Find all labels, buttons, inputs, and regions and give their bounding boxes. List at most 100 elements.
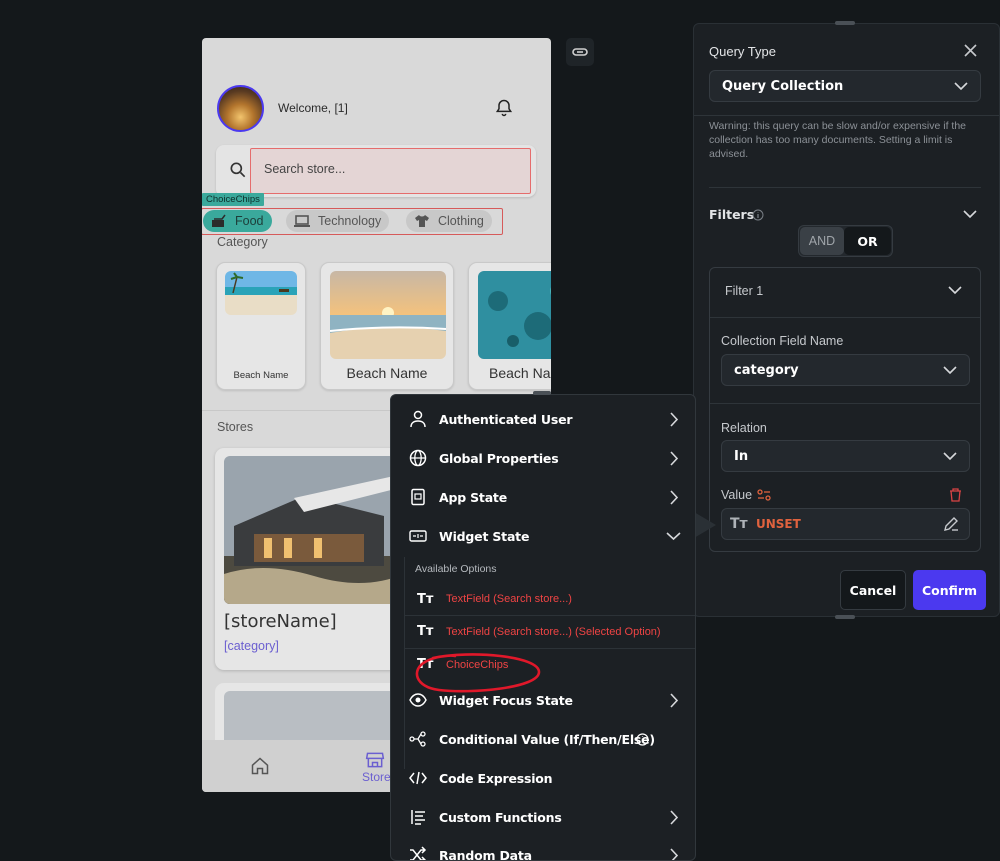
link-button[interactable] (566, 38, 594, 66)
code-icon (409, 771, 427, 785)
store-category: [category] (224, 639, 279, 653)
search-icon (230, 162, 246, 178)
option-label: TextField (Search store...) (446, 593, 572, 605)
home-icon[interactable] (250, 756, 270, 776)
welcome-text: Welcome, [1] (278, 101, 348, 115)
choicechips-tag: ChoiceChips (202, 193, 264, 206)
divider (710, 317, 980, 318)
menu-item-label: Global Properties (439, 450, 559, 466)
function-icon (411, 810, 425, 825)
text-type-icon: Tт (417, 624, 434, 639)
menu-item-random-data[interactable]: Random Data (391, 836, 695, 861)
info-icon[interactable] (752, 209, 764, 221)
chevron-down-icon (666, 531, 681, 540)
value-state: UNSET (756, 517, 801, 531)
category-label: Category (217, 235, 268, 249)
value-label: Value (721, 488, 753, 502)
store-image (224, 456, 404, 604)
widget-state-icon (409, 530, 427, 542)
chevron-right-icon (670, 411, 679, 427)
menu-item-widget-focus-state[interactable]: Widget Focus State (391, 681, 695, 719)
chip-food[interactable]: Food (203, 210, 272, 232)
variable-source-menu: Authenticated User Global Properties App… (390, 394, 696, 861)
menu-item-label: App State (439, 489, 507, 505)
confirm-button[interactable]: Confirm (913, 570, 986, 610)
app-state-icon (411, 488, 425, 506)
divider (710, 403, 980, 404)
delete-icon[interactable] (949, 488, 962, 502)
option-textfield-selected[interactable]: Tт TextField (Search store...) (Selected… (405, 615, 695, 647)
store-name: [storeName] (224, 611, 337, 632)
chip-technology[interactable]: Technology (286, 210, 390, 232)
chevron-right-icon (670, 450, 679, 466)
bell-icon[interactable] (494, 98, 514, 118)
query-type-dropdown[interactable]: Query Collection (709, 70, 981, 102)
relation-dropdown[interactable]: In (721, 440, 970, 472)
variable-settings-icon[interactable] (757, 488, 771, 502)
menu-item-label: Custom Functions (439, 809, 562, 825)
eye-icon (409, 693, 427, 707)
collection-field-value: category (734, 362, 799, 378)
pointer-arrow (694, 512, 716, 538)
and-button[interactable]: AND (800, 227, 844, 255)
food-icon (212, 214, 226, 227)
avatar[interactable] (217, 85, 264, 132)
menu-item-label: Widget State (439, 528, 530, 544)
option-textfield[interactable]: Tт TextField (Search store...) (405, 583, 695, 615)
chip-clothing[interactable]: Clothing (406, 210, 492, 232)
beach-image (330, 271, 446, 359)
menu-item-code-expression[interactable]: Code Expression (391, 759, 695, 797)
menu-item-custom-functions[interactable]: Custom Functions (391, 798, 695, 836)
chevron-right-icon (670, 847, 679, 860)
panel-grip[interactable] (835, 615, 855, 619)
store-card[interactable] (215, 448, 415, 670)
reef-image (478, 271, 551, 359)
collection-field-dropdown[interactable]: category (721, 354, 970, 386)
shirt-icon (415, 215, 429, 227)
store-icon[interactable] (365, 750, 385, 770)
category-card[interactable]: Beach Name (320, 262, 454, 390)
category-card[interactable]: Beach Na (468, 262, 551, 390)
chevron-down-icon[interactable] (948, 286, 962, 295)
edit-icon[interactable] (943, 516, 959, 532)
menu-item-label: Code Expression (439, 770, 553, 786)
chip-label: Technology (318, 214, 382, 228)
chevron-right-icon (670, 489, 679, 505)
menu-item-label: Authenticated User (439, 411, 573, 427)
info-icon[interactable] (636, 732, 649, 746)
filters-label: Filters (709, 207, 755, 222)
laptop-icon (294, 215, 310, 227)
menu-item-app-state[interactable]: App State (391, 478, 695, 516)
divider (709, 187, 981, 188)
globe-icon (409, 449, 427, 467)
filter-title: Filter 1 (725, 284, 764, 298)
nav-store-label[interactable]: Store (362, 770, 391, 784)
search-placeholder: Search store... (264, 162, 346, 176)
warning-text: Warning: this query can be slow and/or e… (709, 120, 966, 160)
panel-grip[interactable] (835, 21, 855, 25)
link-icon (572, 48, 588, 56)
chevron-down-icon (943, 451, 957, 460)
category-card[interactable]: Beach Name (216, 262, 306, 390)
text-type-icon: Tт (730, 516, 748, 532)
close-icon[interactable] (964, 44, 977, 57)
relation-label: Relation (721, 421, 767, 435)
or-button[interactable]: OR (844, 227, 891, 255)
query-type-value: Query Collection (722, 78, 844, 94)
menu-item-conditional-value[interactable]: Conditional Value (If/Then/Else) (391, 720, 695, 758)
chevron-down-icon[interactable] (963, 210, 977, 219)
menu-item-label: Random Data (439, 847, 532, 861)
option-label: TextField (Search store...) (Selected Op… (446, 625, 661, 638)
menu-item-global-properties[interactable]: Global Properties (391, 439, 695, 477)
chevron-right-icon (670, 809, 679, 825)
divider (694, 115, 999, 116)
menu-item-label: Conditional Value (If/Then/Else) (439, 731, 655, 747)
menu-item-authenticated-user[interactable]: Authenticated User (391, 400, 695, 438)
cancel-button[interactable]: Cancel (840, 570, 906, 610)
category-name: Beach Name (346, 365, 428, 381)
menu-grip[interactable] (533, 391, 551, 395)
menu-item-widget-state[interactable]: Widget State (391, 517, 695, 555)
chevron-down-icon (943, 365, 957, 374)
branch-icon (409, 731, 426, 747)
category-name: Beach Na (489, 365, 551, 381)
